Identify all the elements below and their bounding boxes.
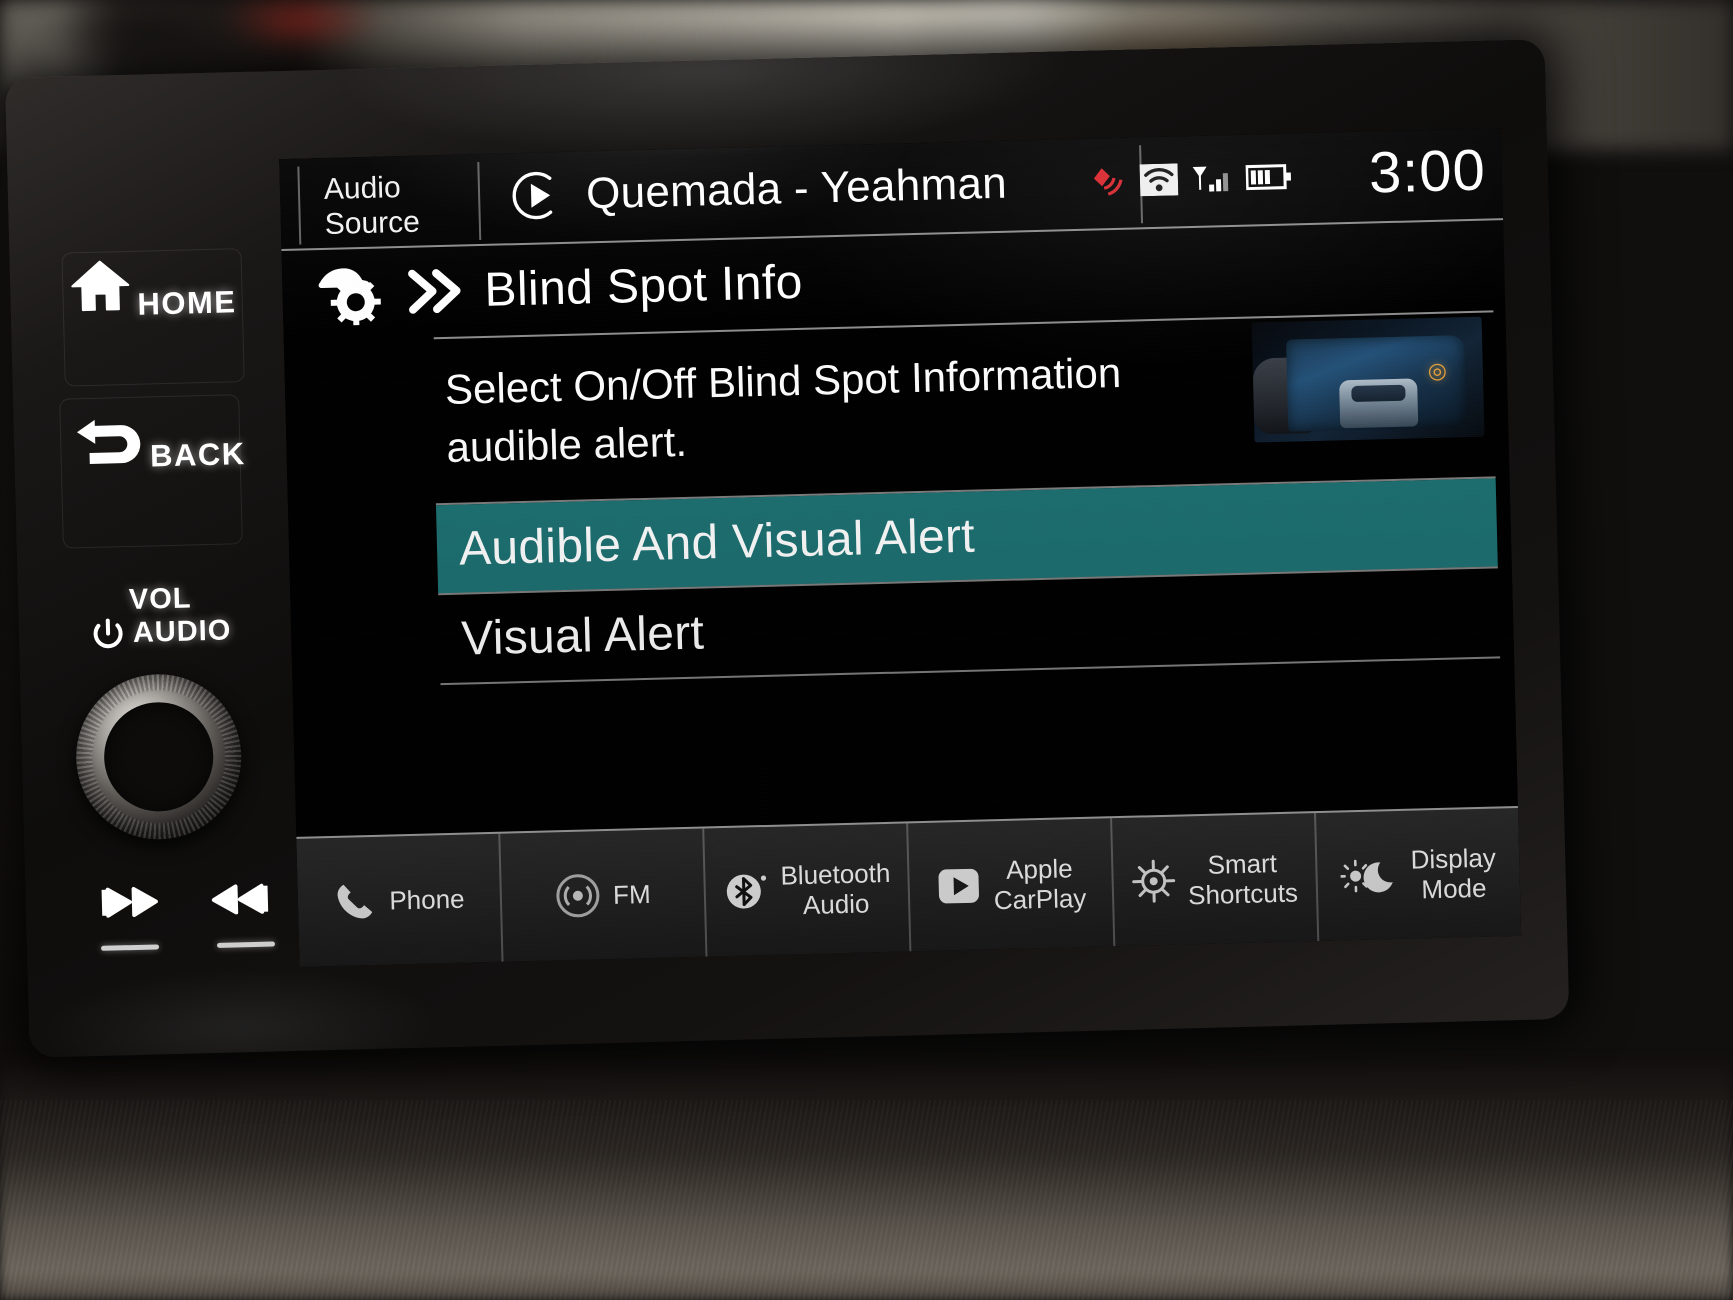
mirror-glass: ◎ bbox=[1286, 335, 1467, 432]
hard-key-panel: HOME BACK VOL AUDIO bbox=[49, 242, 278, 1007]
next-track-icon bbox=[207, 881, 274, 917]
audio-source-button[interactable]: Audio Source bbox=[323, 168, 475, 242]
now-playing[interactable]: Quemada - Yeahman bbox=[509, 157, 1008, 224]
infotainment-screen[interactable]: Audio Source Quemada - Yeahman 3:00 Blin… bbox=[279, 128, 1522, 967]
volume-knob[interactable] bbox=[74, 672, 244, 842]
volume-audio-label-group: VOL AUDIO bbox=[70, 582, 252, 652]
prev-track-icon bbox=[95, 884, 162, 920]
photograph-scene: HOME BACK VOL AUDIO Audio Source Quemada… bbox=[0, 0, 1733, 1300]
carplay-icon bbox=[935, 863, 982, 910]
chevron-double-right-icon bbox=[404, 264, 467, 318]
bluetooth-icon bbox=[722, 868, 769, 915]
toolbar-label: FM bbox=[612, 878, 651, 910]
back-button[interactable]: BACK bbox=[66, 410, 247, 475]
status-icon-group bbox=[1090, 159, 1293, 198]
toolbar-label: Phone bbox=[388, 883, 465, 916]
brightness-day-night-icon bbox=[1340, 854, 1399, 897]
vehicle-settings-gear-icon bbox=[312, 260, 388, 327]
smart-shortcuts-icon bbox=[1131, 859, 1176, 904]
description-text: Select On/Off Blind Spot Information aud… bbox=[444, 348, 1122, 471]
toolbar-label: Apple CarPlay bbox=[993, 853, 1087, 916]
track-title: Quemada - Yeahman bbox=[585, 158, 1008, 219]
toolbar-label: Display Mode bbox=[1410, 842, 1497, 905]
knob-ridges bbox=[74, 672, 244, 842]
option-label: Audible And Visual Alert bbox=[458, 509, 976, 576]
bottom-toolbar: Phone FM Bluetooth Audio Apple CarPlay S… bbox=[296, 805, 1522, 967]
home-icon bbox=[68, 257, 133, 315]
home-button[interactable]: HOME bbox=[62, 254, 244, 323]
toolbar-button-phone[interactable]: Phone bbox=[296, 833, 504, 967]
toolbar-button-smart-shortcuts[interactable]: Smart Shortcuts bbox=[1112, 813, 1320, 947]
toolbar-button-fm[interactable]: FM bbox=[500, 828, 708, 962]
blind-spot-warning-indicator-icon: ◎ bbox=[1427, 357, 1448, 384]
dashboard-texture bbox=[0, 1100, 1733, 1300]
audio-source-line2: Source bbox=[324, 205, 421, 241]
side-mirror-blind-spot-illustration: ◎ bbox=[1251, 316, 1485, 443]
audio-label: AUDIO bbox=[132, 613, 232, 649]
toolbar-button-bluetooth-audio[interactable]: Bluetooth Audio bbox=[704, 823, 912, 957]
back-arrow-icon bbox=[67, 413, 146, 467]
next-track-button[interactable] bbox=[207, 881, 274, 922]
battery-icon bbox=[1245, 162, 1293, 191]
toolbar-label: Bluetooth Audio bbox=[780, 857, 891, 921]
radio-broadcast-icon bbox=[555, 872, 602, 919]
satellite-radio-icon bbox=[1090, 164, 1129, 199]
back-key-label: BACK bbox=[149, 436, 247, 474]
prev-track-underline bbox=[100, 944, 160, 951]
status-divider-left bbox=[297, 166, 302, 245]
vol-label: VOL bbox=[128, 582, 192, 617]
power-icon bbox=[90, 616, 125, 651]
page-title: Blind Spot Info bbox=[483, 255, 804, 317]
toolbar-label: Smart Shortcuts bbox=[1187, 848, 1299, 911]
cellular-signal-icon bbox=[1190, 162, 1235, 195]
wifi-icon bbox=[1139, 163, 1179, 197]
toolbar-button-apple-carplay[interactable]: Apple CarPlay bbox=[908, 818, 1116, 952]
phone-handset-icon bbox=[333, 879, 378, 924]
head-unit-bezel: HOME BACK VOL AUDIO Audio Source Quemada… bbox=[5, 39, 1570, 1058]
clock: 3:00 bbox=[1368, 137, 1487, 206]
audio-source-line1: Audio bbox=[323, 171, 402, 206]
status-divider-mid bbox=[477, 162, 482, 241]
next-track-underline bbox=[216, 941, 276, 948]
prev-track-button[interactable] bbox=[95, 884, 162, 925]
option-label: Visual Alert bbox=[460, 605, 705, 666]
adjacent-vehicle bbox=[1339, 378, 1419, 429]
play-circle-icon bbox=[509, 168, 564, 223]
home-key-label: HOME bbox=[137, 284, 237, 322]
toolbar-button-display-mode[interactable]: Display Mode bbox=[1316, 808, 1521, 941]
